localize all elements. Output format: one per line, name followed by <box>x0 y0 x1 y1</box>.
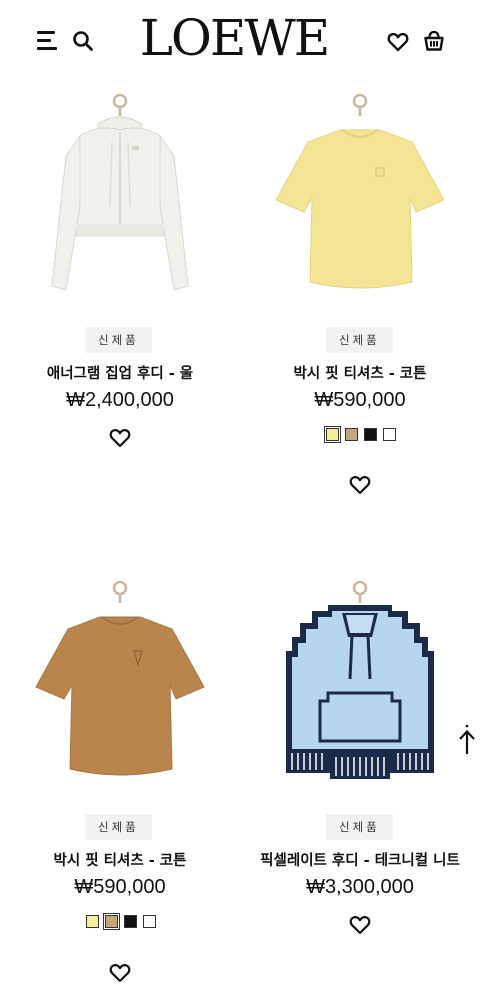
color-swatch-black[interactable] <box>124 915 137 928</box>
new-badge: 신제품 <box>326 814 393 840</box>
color-swatch-yellow[interactable] <box>86 915 99 928</box>
wishlist-heart-icon[interactable] <box>349 915 371 935</box>
product-price: ₩3,300,000 <box>306 876 414 898</box>
product-name[interactable]: 박시 핏 티셔츠 - 코튼 <box>240 362 480 383</box>
arrow-up-icon[interactable] <box>457 724 477 756</box>
wishlist-heart-icon[interactable] <box>109 428 131 448</box>
site-header: LOEWE <box>0 0 480 84</box>
search-icon[interactable] <box>72 30 94 52</box>
new-badge: 신제품 <box>326 327 393 353</box>
wishlist-heart-icon[interactable] <box>349 475 371 495</box>
hamburger-menu-icon[interactable] <box>37 31 59 51</box>
product-image[interactable] <box>0 573 240 793</box>
product-image[interactable] <box>240 573 480 793</box>
color-swatch-tan[interactable] <box>345 428 358 441</box>
color-swatches <box>324 426 396 443</box>
product-image[interactable] <box>0 86 240 306</box>
wishlist-heart-icon[interactable] <box>109 963 131 983</box>
color-swatch-tan[interactable] <box>103 913 120 930</box>
product-image[interactable] <box>240 86 480 306</box>
color-swatches <box>86 913 156 930</box>
product-price: ₩2,400,000 <box>66 389 174 411</box>
brand-logo[interactable]: LOEWE <box>120 8 348 68</box>
heart-icon[interactable] <box>387 31 409 53</box>
product-name[interactable]: 박시 핏 티셔츠 - 코튼 <box>0 849 240 870</box>
product-name[interactable]: 픽셀레이트 후디 - 테크니컬 니트 <box>240 849 480 870</box>
color-swatch-white[interactable] <box>143 915 156 928</box>
new-badge: 신제품 <box>85 814 152 840</box>
color-swatch-black[interactable] <box>364 428 377 441</box>
product-price: ₩590,000 <box>314 389 406 411</box>
color-swatch-white[interactable] <box>383 428 396 441</box>
product-price: ₩590,000 <box>74 876 166 898</box>
new-badge: 신제품 <box>85 327 152 353</box>
shopping-bag-icon[interactable] <box>423 30 445 52</box>
color-swatch-yellow[interactable] <box>324 426 341 443</box>
product-name[interactable]: 애너그램 집업 후디 - 울 <box>0 362 240 383</box>
